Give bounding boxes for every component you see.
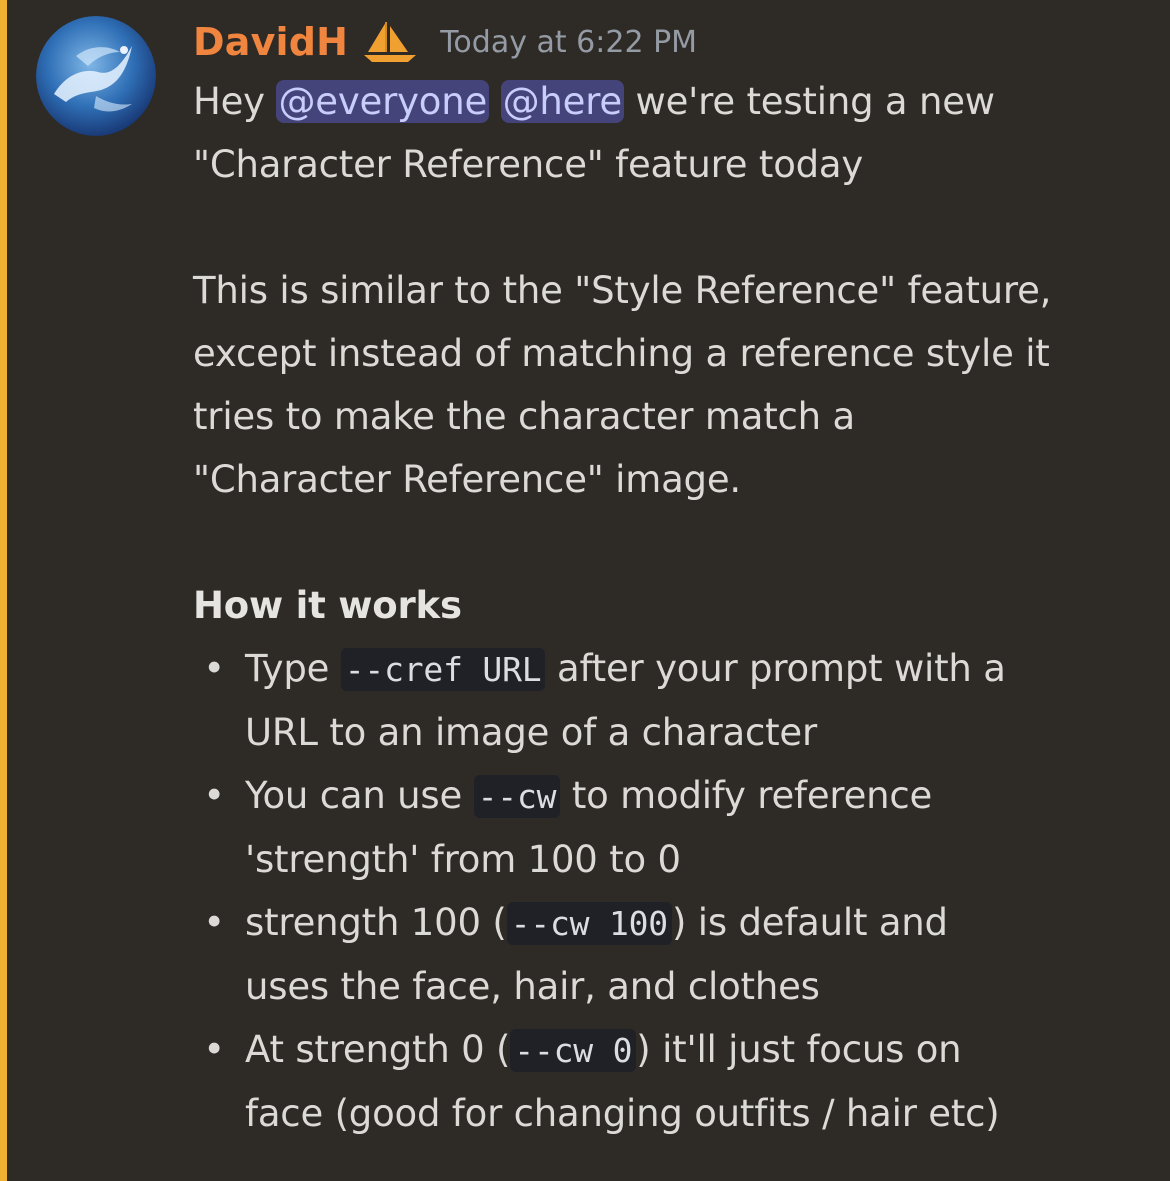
paragraph-line-3: tries to make the character match a (193, 395, 855, 438)
mention-everyone[interactable]: @everyone (276, 80, 490, 123)
inline-code: --cw 0 (510, 1029, 637, 1072)
mention-here[interactable]: @here (500, 80, 624, 123)
bullet-text: after your prompt with a (545, 647, 1006, 690)
avatar[interactable] (36, 16, 156, 136)
bullet-text: ) is default and (671, 901, 948, 944)
list-item: • At strength 0 (--cw 0) it'll just focu… (193, 1018, 1143, 1145)
paragraph-line-2: except instead of matching a reference s… (193, 332, 1050, 375)
message-header: DavidH Today at 6:22 PM (193, 14, 697, 70)
list-item: • strength 100 (--cw 100) is default and… (193, 891, 1143, 1018)
bullet-dot: • (203, 901, 225, 944)
bullet-text: ) it'll just focus on (636, 1028, 962, 1071)
bullet-list: • Type --cref URL after your prompt with… (193, 637, 1143, 1145)
inline-code: --cw 100 (506, 902, 672, 945)
timestamp: Today at 6:22 PM (440, 24, 698, 60)
bullet-text: 'strength' from 100 to 0 (245, 838, 681, 881)
list-item: • Type --cref URL after your prompt with… (193, 637, 1143, 764)
intro-line-2: "Character Reference" feature today (193, 143, 864, 186)
bullet-text: to modify reference (560, 774, 933, 817)
bullet-dot: • (203, 774, 225, 817)
bullet-text: URL to an image of a character (245, 711, 817, 754)
bullet-text: uses the face, hair, and clothes (245, 965, 820, 1008)
inline-code: --cref URL (340, 648, 546, 691)
paragraph-line-1: This is similar to the "Style Reference"… (193, 269, 1052, 312)
bullet-text: You can use (245, 774, 474, 817)
username[interactable]: DavidH (193, 20, 348, 64)
intro-line-1: Hey @everyone @here we're testing a new (193, 70, 1143, 133)
bullet-text: face (good for changing outfits / hair e… (245, 1092, 1000, 1135)
list-item: • You can use --cw to modify reference '… (193, 764, 1143, 891)
intro-prefix: Hey (193, 80, 277, 123)
bullet-dot: • (203, 647, 225, 690)
bullet-text: Type (245, 647, 341, 690)
sailboat-icon (362, 20, 418, 64)
intro-line1-suffix: we're testing a new (624, 80, 995, 123)
bullet-text: At strength 0 ( (245, 1028, 511, 1071)
section-heading: How it works (193, 584, 462, 627)
paragraph-line-4: "Character Reference" image. (193, 458, 741, 501)
dragon-avatar-icon (36, 16, 156, 136)
bullet-dot: • (203, 1028, 225, 1071)
chat-message: DavidH Today at 6:22 PM Hey @everyone @h… (0, 0, 1170, 1181)
message-content: Hey @everyone @here we're testing a new … (193, 70, 1143, 1145)
inline-code: --cw (473, 775, 561, 818)
bullet-text: strength 100 ( (245, 901, 507, 944)
